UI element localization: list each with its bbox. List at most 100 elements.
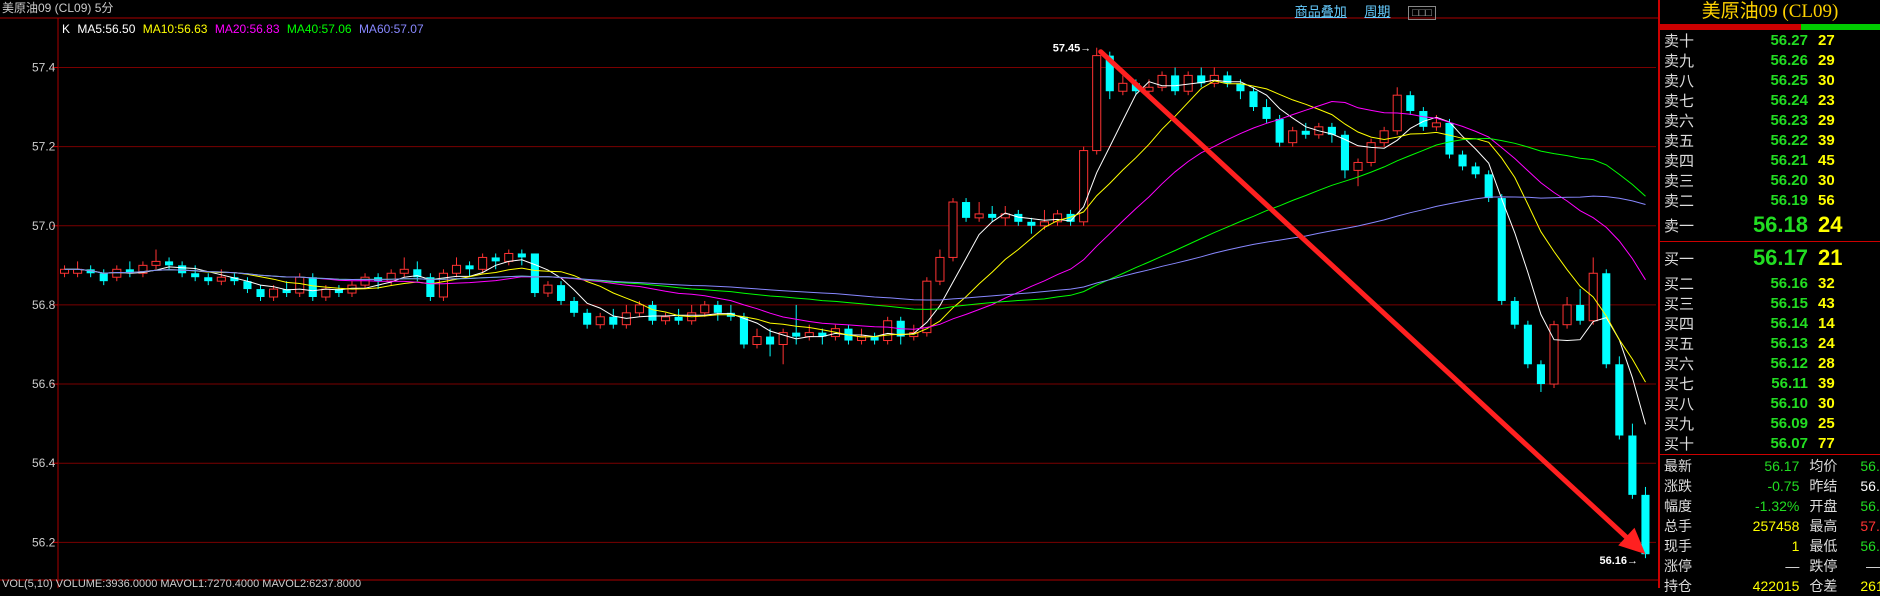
order-label: 卖九 [1664, 52, 1695, 70]
candle-body [1497, 198, 1506, 301]
candle-body [988, 213, 997, 218]
order-price: 56.09 [1770, 414, 1808, 432]
candle-body [478, 256, 488, 270]
kline-chart[interactable]: 57.4 57.2 57.0 56.8 56.6 56.4 56.2 57.45→ 56.16→… [0, 0, 1658, 590]
bid-row: 买八 56.10 30 [1660, 393, 1880, 413]
candle-body [295, 276, 305, 294]
candle-body [1275, 118, 1284, 143]
candle-body [1027, 221, 1036, 226]
order-volume: 39 [1818, 374, 1835, 392]
candle-body [1576, 304, 1585, 321]
ask-row: 卖十 56.27 27 [1660, 30, 1880, 50]
order-label: 卖六 [1664, 112, 1695, 130]
order-volume: 24 [1818, 334, 1835, 352]
stat-value: -0.75 [1767, 478, 1800, 494]
candle-body [504, 252, 514, 262]
candle-body [112, 268, 122, 278]
stat-value: 56.8 [1860, 458, 1880, 474]
order-label: 卖十 [1664, 32, 1695, 50]
candle-body [1366, 142, 1376, 163]
volume-legend: VOL(5,10) VOLUME:3936.0000 MAVOL1:7270.4… [2, 578, 362, 590]
stat-label: 持仓 [1664, 578, 1692, 594]
order-price: 56.16 [1770, 274, 1808, 292]
order-label: 买二 [1664, 275, 1695, 293]
order-price: 56.20 [1770, 171, 1808, 189]
order-price: 56.22 [1770, 131, 1808, 149]
stat-value: -1.32% [1755, 498, 1800, 514]
candle-body [543, 284, 553, 294]
panel-title: 美原油09 (CL09) [1701, 1, 1839, 22]
order-price: 56.13 [1770, 334, 1808, 352]
order-volume: 29 [1818, 51, 1835, 69]
candle-body [178, 265, 187, 274]
candle-body [1562, 304, 1572, 326]
order-label: 买五 [1664, 335, 1695, 353]
buy-sell-ratio-bar [1660, 24, 1880, 30]
candle-body [1171, 75, 1180, 92]
bid-list: 买一 56.17 21 买二 56.16 32 买三 56.15 43 买四 56.14 14 买五 56… [1660, 243, 1880, 453]
candle-body [1340, 134, 1350, 171]
candle-body [804, 332, 814, 338]
stat-label: 昨结 [1809, 478, 1838, 494]
stat-value: 2611 [1860, 578, 1880, 594]
ask-row: 卖六 56.23 29 [1660, 110, 1880, 130]
legend-ma10: MA10:56.63 [142, 22, 208, 36]
stat-row: 持仓 422015 仓差 2611 [1660, 576, 1880, 596]
stat-value: — [1866, 558, 1880, 574]
ask-row: 卖三 56.20 30 [1660, 170, 1880, 190]
ask-row: 卖二 56.19 56 [1660, 190, 1880, 210]
legend-ma60: MA60:57.07 [358, 22, 424, 36]
stat-row: 总手 257458 最高 57.4 [1660, 516, 1880, 536]
candle-body [739, 316, 748, 345]
stat-value: 56.1 [1860, 538, 1880, 554]
stat-value: 56.9 [1860, 478, 1880, 494]
period-button[interactable]: 周期 [1364, 4, 1390, 19]
legend-ma20: MA20:56.83 [214, 22, 280, 36]
order-label: 买一 [1664, 250, 1695, 268]
candle-body [1092, 55, 1102, 152]
stat-label: 总手 [1664, 518, 1692, 534]
low-price-label: 56.16→ [1599, 555, 1638, 567]
candle-body [451, 264, 462, 274]
legend-ma5: MA5:56.50 [77, 22, 136, 36]
order-price: 56.27 [1770, 31, 1808, 49]
order-label: 买十 [1664, 435, 1695, 453]
bid-row: 买六 56.12 28 [1660, 353, 1880, 373]
window-title: 美原油09 (CL09) 5分 [2, 1, 114, 15]
stat-label: 最低 [1809, 538, 1838, 554]
candle-body [465, 265, 474, 270]
window-controls-icon[interactable]: □□□ [1408, 6, 1436, 20]
candle-body [700, 304, 710, 314]
candle-body [1536, 364, 1545, 385]
stat-label: 幅度 [1664, 498, 1692, 514]
candle-body [556, 285, 566, 301]
stat-label: 仓差 [1809, 578, 1838, 594]
candle-body [1628, 435, 1637, 495]
candle-body [426, 277, 435, 297]
candle-body [935, 256, 945, 282]
candle-body [962, 202, 971, 218]
candle-body [1510, 300, 1519, 325]
stat-row: 涨停 — 跌停 — [1660, 556, 1880, 576]
order-label: 卖五 [1664, 132, 1695, 150]
candle-body [269, 288, 279, 298]
order-price: 56.14 [1770, 314, 1808, 332]
candle-body [438, 272, 448, 298]
legend-ma40: MA40:57.06 [286, 22, 352, 36]
order-volume: 30 [1818, 394, 1835, 412]
stat-value: 257458 [1752, 518, 1800, 534]
order-price: 56.19 [1770, 191, 1808, 209]
candle-body [321, 288, 331, 298]
order-volume: 25 [1818, 414, 1835, 432]
order-price: 56.18 [1752, 212, 1808, 237]
ma5-line [64, 79, 1646, 425]
candle-body [491, 257, 500, 262]
ask-list: 卖十 56.27 27 卖九 56.26 29 卖八 56.25 30 卖七 56.24 23 卖六 56… [1660, 30, 1880, 240]
candle-body [792, 332, 801, 337]
overlay-button[interactable]: 商品叠加 [1295, 4, 1347, 19]
stat-value: 56.17 [1764, 458, 1800, 474]
candle-body [1419, 111, 1428, 127]
order-volume: 30 [1818, 71, 1835, 89]
order-volume: 27 [1818, 31, 1835, 49]
stat-value: 57.4 [1860, 518, 1880, 534]
